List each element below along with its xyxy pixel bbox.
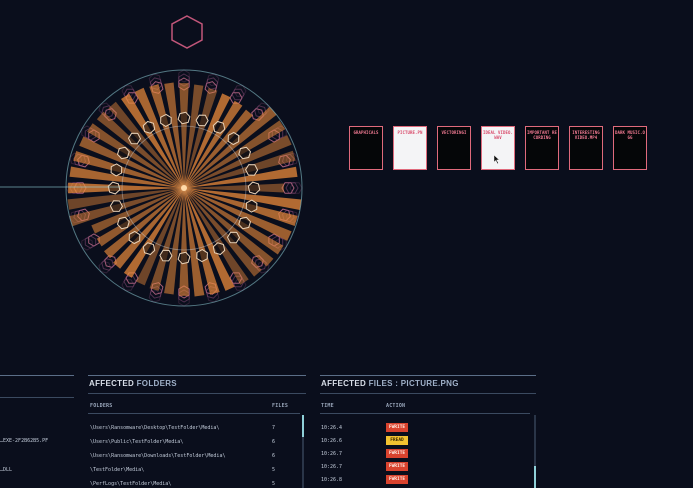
files-scroll-thumb[interactable] [534, 466, 536, 488]
folders-scroll-thumb[interactable] [302, 415, 304, 437]
folder-file-count: 6 [272, 439, 276, 445]
file-card-name: PICTURE.PN [397, 130, 423, 135]
inner-hexagon-icon [109, 200, 123, 212]
time-column-header[interactable]: TIME [321, 403, 334, 409]
inner-hexagon-icon [127, 132, 142, 145]
outer-hexagon-icon [101, 258, 114, 271]
inner-hexagon-icon [227, 131, 240, 146]
inner-hexagon-icon [247, 181, 261, 195]
outer-hexagon-icon [148, 73, 162, 87]
inner-hexagon-icon [107, 181, 121, 195]
outer-hexagon-icon [148, 289, 162, 303]
folders-title-prefix: AFFECTED [89, 379, 135, 388]
affected-file-cards: GRAPHICALS PICTURE.PN VECTORINGI IDEAL VIDE… [349, 126, 651, 172]
files-count-column-header[interactable]: FILES [272, 403, 288, 409]
inner-hexagon-icon [245, 164, 259, 176]
file-card-name: VECTORINGI [441, 130, 467, 135]
inner-hexagon-icon [245, 199, 258, 213]
folder-file-count: 5 [272, 467, 276, 473]
file-card[interactable]: DARK MUSIC.OGG [613, 126, 647, 170]
mouse-cursor-icon [494, 155, 500, 164]
files-scrollbar[interactable] [534, 415, 536, 488]
inner-hexagon-icon [177, 251, 191, 265]
folders-column-header[interactable]: FOLDERS [90, 403, 112, 409]
left-panel-rule-lower [0, 397, 74, 398]
inner-hexagon-icon [196, 249, 208, 263]
file-card-name: GRAPHICALS [353, 130, 379, 135]
file-card-name: IDEAL VIDEO.WAV [482, 130, 514, 140]
file-card[interactable]: PICTURE.PN [393, 126, 427, 170]
folders-title-accent: FOLDERS [136, 379, 177, 388]
folders-panel-title-rule [88, 393, 306, 394]
file-card[interactable]: GRAPHICALS [349, 126, 383, 170]
outer-hexagon-icon [206, 73, 220, 87]
files-panel-title-rule [320, 393, 536, 394]
inner-hexagon-icon [226, 231, 241, 244]
files-title-accent: FILES : PICTURE.PNG [368, 379, 459, 388]
file-event-time: 10:26.6 [321, 438, 343, 444]
file-event-time: 10:26.8 [321, 477, 343, 483]
file-card-name: INTERESTING VIDEO.MP4 [572, 130, 600, 140]
process-ray [179, 83, 189, 188]
file-action-badge: FWRITE [386, 475, 408, 484]
process-ray [184, 183, 284, 193]
inner-hexagon-icon [128, 230, 141, 245]
inner-hexagon-icon [159, 249, 173, 262]
core-node [181, 185, 187, 191]
file-card[interactable]: VECTORINGI [437, 126, 471, 170]
inner-hexagon-icon [177, 111, 191, 125]
file-action-badge: FWRITE [386, 449, 408, 458]
folder-path[interactable]: \Users\Ransomware\Desktop\TestFolder\Med… [90, 425, 219, 431]
folder-path[interactable]: \TestFolder\Media\ [90, 467, 144, 473]
folder-file-count: 6 [272, 453, 276, 459]
left-panel-row: …DLL [0, 467, 13, 473]
folder-file-count: 7 [272, 425, 276, 431]
files-title-prefix: AFFECTED [321, 379, 367, 388]
left-panel-row: …EXE-2F2B62B5.PF [0, 438, 49, 444]
folders-panel-top-rule [88, 375, 306, 376]
folder-path[interactable]: \Users\Public\TestFolder\Media\ [90, 439, 183, 445]
inner-hexagon-icon [195, 114, 209, 127]
file-card[interactable]: IDEAL VIDEO.WAV [481, 126, 515, 170]
file-event-time: 10:26.7 [321, 464, 343, 470]
folder-path[interactable]: \Users\Ransomware\Downloads\TestFolder\M… [90, 453, 225, 459]
process-ray [68, 182, 184, 194]
file-action-badge: FWRITE [386, 462, 408, 471]
ransomware-activity-visualization [0, 15, 303, 307]
folders-scrollbar[interactable] [302, 415, 304, 488]
inner-hexagon-icon [110, 163, 123, 177]
process-hexagon-icon [171, 15, 203, 49]
folder-path[interactable]: \PerfLogs\TestFolder\Media\ [90, 481, 171, 487]
folders-panel-title: AFFECTED FOLDERS [89, 379, 177, 388]
files-panel-title: AFFECTED FILES : PICTURE.PNG [321, 379, 459, 388]
action-column-header[interactable]: ACTION [386, 403, 405, 409]
folder-file-count: 5 [272, 481, 276, 487]
file-event-time: 10:26.4 [321, 425, 343, 431]
file-card[interactable]: IMPORTANT RECORDING [525, 126, 559, 170]
file-action-badge: FREAD [386, 436, 408, 445]
folders-header-rule [88, 413, 300, 414]
file-action-badge: FWRITE [386, 423, 408, 432]
file-event-time: 10:26.7 [321, 451, 343, 457]
left-panel-rule [0, 375, 74, 376]
process-ray [179, 188, 189, 296]
file-card-name: DARK MUSIC.OGG [614, 130, 646, 140]
files-header-rule [320, 413, 530, 414]
file-card[interactable]: INTERESTING VIDEO.MP4 [569, 126, 603, 170]
files-panel-top-rule [320, 375, 536, 376]
file-card-name: IMPORTANT RECORDING [526, 130, 558, 140]
inner-hexagon-icon [160, 113, 172, 127]
